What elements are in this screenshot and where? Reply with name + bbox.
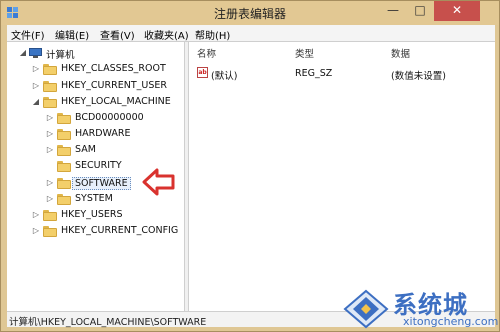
- folder-icon: [43, 81, 57, 92]
- folder-icon: [57, 178, 71, 189]
- computer-icon: [29, 48, 42, 58]
- menu-help[interactable]: 帮助(H): [195, 27, 230, 42]
- folder-icon: [57, 113, 71, 124]
- watermark: 系统城 xitongcheng.com: [341, 285, 499, 331]
- editor-client-area: ◢ 计算机 ▷ HKEY_CLASSES_ROOT ▷ HKEY_CURRENT…: [7, 41, 495, 312]
- title-bar: 注册表编辑器 — □ ✕: [1, 1, 499, 25]
- values-list-pane[interactable]: 名称 类型 数据 ab (默认) REG_SZ (数值未设置): [190, 42, 495, 312]
- folder-icon: [57, 194, 71, 205]
- tree-node-hkey-current-config[interactable]: ▷ HKEY_CURRENT_CONFIG: [7, 223, 184, 239]
- tree-node-hkey-current-user[interactable]: ▷ HKEY_CURRENT_USER: [7, 78, 184, 94]
- tree-node-hkey-classes-root[interactable]: ▷ HKEY_CLASSES_ROOT: [7, 61, 184, 77]
- watermark-url: xitongcheng.com: [403, 315, 499, 328]
- value-name: (默认): [211, 71, 238, 82]
- tree-node-bcd00000000[interactable]: ▷ BCD00000000: [7, 110, 184, 126]
- pane-splitter[interactable]: [185, 42, 189, 312]
- menu-bar: 文件(F) 编辑(E) 查看(V) 收藏夹(A) 帮助(H): [7, 25, 495, 42]
- tree-node-label: SECURITY: [75, 160, 122, 171]
- value-data: (数值未设置): [391, 71, 446, 82]
- tree-node-label: HKEY_CURRENT_USER: [61, 80, 167, 91]
- tree-node-label: HKEY_USERS: [61, 209, 123, 220]
- tree-node-label: SAM: [75, 144, 96, 155]
- expand-icon[interactable]: ▷: [32, 81, 40, 90]
- tree-node-label: BCD00000000: [75, 112, 144, 123]
- tree-node-label: HKEY_CURRENT_CONFIG: [61, 225, 179, 236]
- ab-string-icon: ab: [197, 67, 208, 78]
- value-type: REG_SZ: [295, 68, 333, 79]
- tree-node-computer[interactable]: ◢ 计算机: [7, 45, 184, 61]
- menu-favorites[interactable]: 收藏夹(A): [144, 27, 189, 42]
- watermark-logo-icon: [343, 289, 389, 329]
- collapse-icon[interactable]: ◢: [19, 48, 27, 57]
- minimize-button[interactable]: —: [379, 1, 407, 21]
- tree-node-hkey-local-machine[interactable]: ◢ HKEY_LOCAL_MACHINE: [7, 94, 184, 110]
- menu-edit[interactable]: 编辑(E): [55, 27, 89, 42]
- tree-node-label: HARDWARE: [75, 128, 131, 139]
- expand-icon[interactable]: ▷: [32, 226, 40, 235]
- expand-icon[interactable]: ▷: [46, 129, 54, 138]
- folder-icon: [43, 210, 57, 221]
- tree-node-label: HKEY_LOCAL_MACHINE: [61, 96, 171, 107]
- expand-icon[interactable]: ▷: [32, 64, 40, 73]
- expand-icon[interactable]: ▷: [46, 178, 54, 187]
- folder-icon: [57, 145, 71, 156]
- folder-icon: [43, 64, 57, 75]
- expand-icon[interactable]: ▷: [32, 210, 40, 219]
- registry-editor-window: 注册表编辑器 — □ ✕ 文件(F) 编辑(E) 查看(V) 收藏夹(A) 帮助…: [0, 0, 500, 332]
- maximize-button[interactable]: □: [407, 1, 433, 21]
- collapse-icon[interactable]: ◢: [32, 97, 40, 106]
- expand-icon[interactable]: ▷: [46, 194, 54, 203]
- menu-view[interactable]: 查看(V): [100, 27, 135, 42]
- column-header-data[interactable]: 数据: [391, 46, 410, 60]
- tree-node-label: SYSTEM: [75, 193, 113, 204]
- left-arrow-annotation-icon: [142, 168, 175, 196]
- status-path: 计算机\HKEY_LOCAL_MACHINE\SOFTWARE: [9, 317, 207, 328]
- column-header-name[interactable]: 名称: [197, 46, 216, 60]
- column-header-type[interactable]: 类型: [295, 46, 314, 60]
- tree-node-hkey-users[interactable]: ▷ HKEY_USERS: [7, 207, 184, 223]
- expand-icon[interactable]: ▷: [46, 145, 54, 154]
- expand-icon[interactable]: ▷: [46, 113, 54, 122]
- tree-node-hardware[interactable]: ▷ HARDWARE: [7, 126, 184, 142]
- close-button[interactable]: ✕: [434, 1, 480, 21]
- expand-icon: [46, 161, 54, 170]
- tree-node-label: 计算机: [46, 50, 75, 61]
- open-folder-icon: [43, 97, 57, 108]
- tree-node-label-selected: SOFTWARE: [72, 177, 131, 190]
- tree-node-label: HKEY_CLASSES_ROOT: [61, 63, 166, 74]
- folder-icon: [43, 226, 57, 237]
- folder-icon: [57, 129, 71, 140]
- folder-icon: [57, 161, 71, 172]
- menu-file[interactable]: 文件(F): [11, 27, 45, 42]
- tree-node-sam[interactable]: ▷ SAM: [7, 142, 184, 158]
